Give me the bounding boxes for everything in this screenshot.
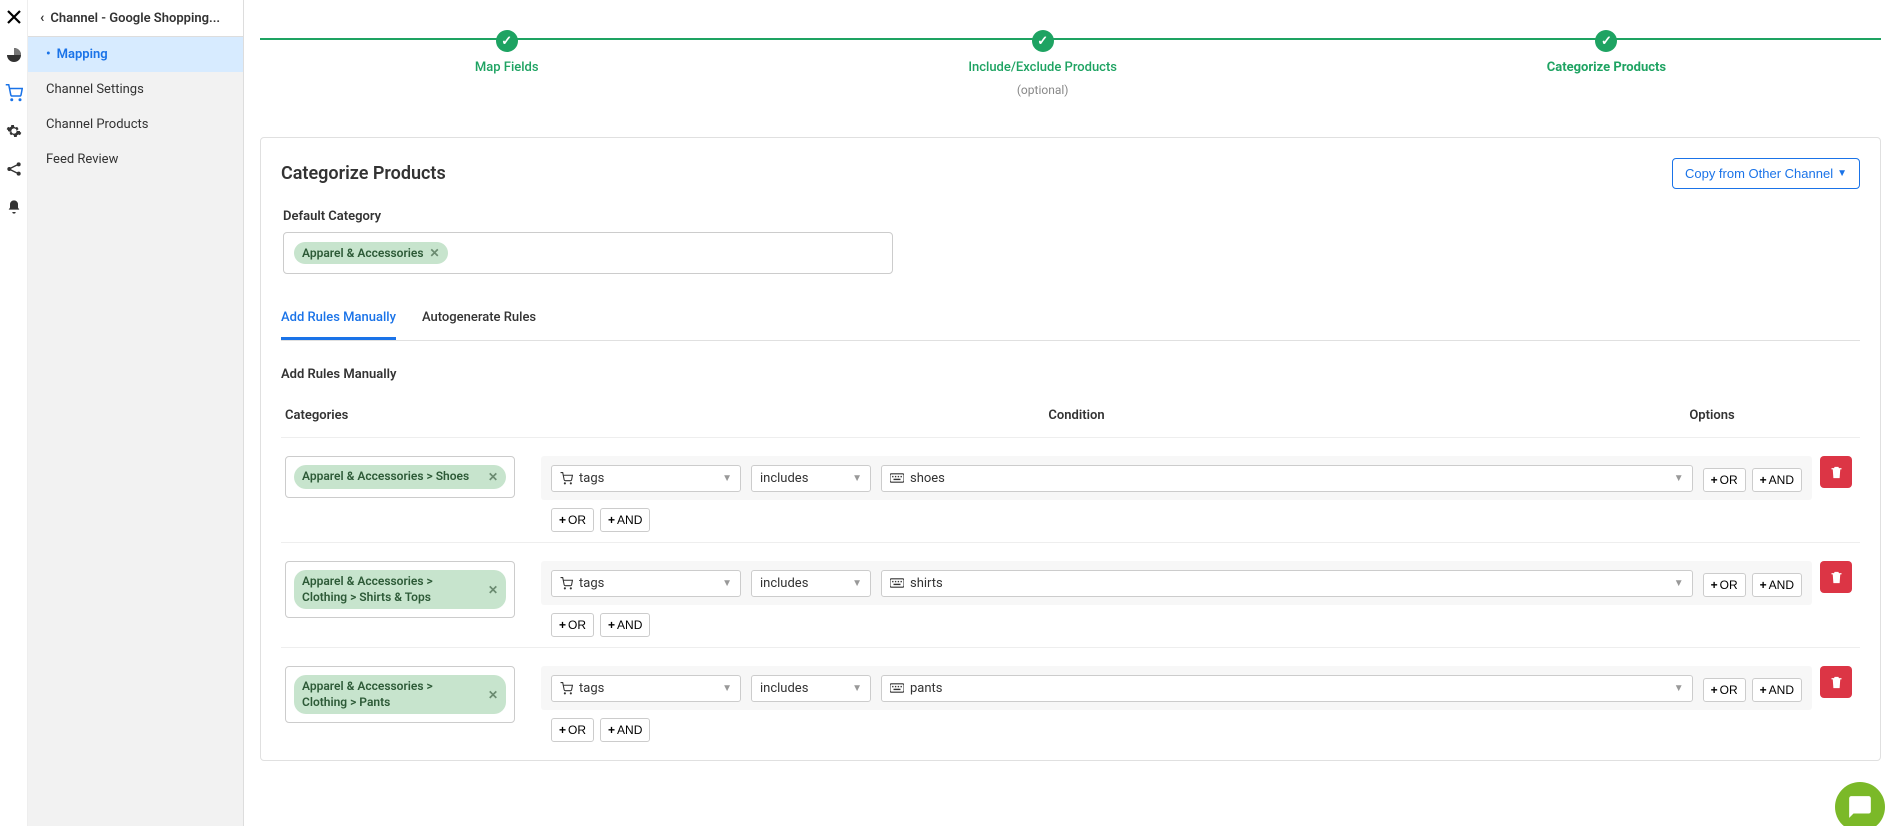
- operator-select[interactable]: includes▼: [751, 570, 871, 597]
- add-and-button[interactable]: + AND: [600, 508, 650, 532]
- sidebar: ‹ Channel - Google Shopping... Mapping C…: [28, 0, 244, 826]
- cart-icon[interactable]: [5, 84, 23, 102]
- add-and-button[interactable]: + AND: [600, 718, 650, 742]
- sidebar-item-channel-settings[interactable]: Channel Settings: [28, 72, 243, 107]
- keyboard-icon: [890, 473, 904, 483]
- add-and-button[interactable]: + AND: [1752, 573, 1802, 597]
- delete-rule-button[interactable]: [1820, 561, 1852, 593]
- chevron-left-icon[interactable]: ‹: [40, 10, 44, 26]
- rule-category-input[interactable]: Apparel & Accessories > Clothing > Pants…: [285, 666, 515, 723]
- remove-pill-icon[interactable]: ✕: [488, 583, 498, 597]
- chevron-down-icon: ▼: [1674, 578, 1684, 589]
- check-icon: ✓: [1032, 30, 1054, 52]
- category-pill: Apparel & Accessories > Clothing > Pants…: [294, 675, 506, 714]
- condition-row: tags▼ includes▼ shoes▼ + OR + AND: [541, 456, 1812, 500]
- copy-from-channel-button[interactable]: Copy from Other Channel ▼: [1672, 158, 1860, 189]
- step-categorize[interactable]: ✓ Categorize Products: [1547, 30, 1666, 97]
- field-select[interactable]: tags▼: [551, 570, 741, 597]
- add-and-button[interactable]: + AND: [1752, 468, 1802, 492]
- rule-row: Apparel & Accessories > Clothing > Shirt…: [281, 543, 1860, 648]
- value-select[interactable]: pants▼: [881, 675, 1693, 702]
- chevron-down-icon: ▼: [722, 683, 732, 694]
- check-icon: ✓: [1595, 30, 1617, 52]
- step-include-exclude[interactable]: ✓ Include/Exclude Products (optional): [968, 30, 1117, 97]
- field-select[interactable]: tags▼: [551, 465, 741, 492]
- delete-rule-button[interactable]: [1820, 666, 1852, 698]
- value-select[interactable]: shirts▼: [881, 570, 1693, 597]
- rule-category-input[interactable]: Apparel & Accessories > Shoes ✕: [285, 456, 515, 498]
- add-or-button[interactable]: + OR: [1703, 468, 1746, 492]
- cart-icon: [560, 577, 573, 590]
- icon-rail: [0, 0, 28, 826]
- help-fab[interactable]: [1835, 782, 1885, 826]
- rules-table: Categories Condition Options Apparel & A…: [281, 400, 1860, 752]
- value-select[interactable]: shoes▼: [881, 465, 1693, 492]
- pie-chart-icon[interactable]: [5, 46, 23, 64]
- rules-tabs: Add Rules Manually Autogenerate Rules: [281, 302, 1860, 341]
- remove-pill-icon[interactable]: ✕: [488, 688, 498, 702]
- gear-icon[interactable]: [5, 122, 23, 140]
- chevron-down-icon: ▼: [852, 473, 862, 484]
- chevron-down-icon: ▼: [722, 578, 732, 589]
- chevron-down-icon: ▼: [1837, 168, 1847, 179]
- operator-select[interactable]: includes▼: [751, 675, 871, 702]
- add-or-button[interactable]: + OR: [1703, 678, 1746, 702]
- add-and-button[interactable]: + AND: [1752, 678, 1802, 702]
- sidebar-header[interactable]: ‹ Channel - Google Shopping...: [28, 0, 243, 37]
- tab-add-rules-manually[interactable]: Add Rules Manually: [281, 302, 396, 340]
- default-category-input[interactable]: Apparel & Accessories ✕: [283, 232, 893, 274]
- sidebar-title: Channel - Google Shopping...: [50, 11, 220, 26]
- close-icon[interactable]: [5, 8, 23, 26]
- delete-rule-button[interactable]: [1820, 456, 1852, 488]
- condition-row: tags▼ includes▼ shirts▼ + OR + AND: [541, 561, 1812, 605]
- stepper: ✓ Map Fields ✓ Include/Exclude Products …: [260, 0, 1881, 107]
- bell-icon[interactable]: [5, 198, 23, 216]
- remove-pill-icon[interactable]: ✕: [430, 246, 440, 260]
- add-or-button[interactable]: + OR: [1703, 573, 1746, 597]
- condition-row: tags▼ includes▼ pants▼ + OR + AND: [541, 666, 1812, 710]
- sidebar-item-channel-products[interactable]: Channel Products: [28, 107, 243, 142]
- add-or-button[interactable]: + OR: [551, 508, 594, 532]
- step-map-fields[interactable]: ✓ Map Fields: [475, 30, 539, 97]
- chevron-down-icon: ▼: [1674, 473, 1684, 484]
- rule-category-input[interactable]: Apparel & Accessories > Clothing > Shirt…: [285, 561, 515, 618]
- chevron-down-icon: ▼: [852, 683, 862, 694]
- sidebar-item-feed-review[interactable]: Feed Review: [28, 142, 243, 177]
- sidebar-item-mapping[interactable]: Mapping: [28, 37, 243, 72]
- rules-heading: Add Rules Manually: [281, 367, 1860, 382]
- chevron-down-icon: ▼: [852, 578, 862, 589]
- add-or-button[interactable]: + OR: [551, 718, 594, 742]
- rules-table-head: Categories Condition Options: [281, 400, 1860, 438]
- chevron-down-icon: ▼: [1674, 683, 1684, 694]
- add-and-button[interactable]: + AND: [600, 613, 650, 637]
- main-content: ✓ Map Fields ✓ Include/Exclude Products …: [244, 0, 1897, 826]
- category-pill: Apparel & Accessories > Clothing > Shirt…: [294, 570, 506, 609]
- panel-title: Categorize Products: [281, 163, 446, 184]
- rule-row: Apparel & Accessories > Shoes ✕ tags▼ in…: [281, 438, 1860, 543]
- default-category-label: Default Category: [283, 209, 1860, 224]
- keyboard-icon: [890, 578, 904, 588]
- category-pill: Apparel & Accessories ✕: [294, 242, 448, 264]
- add-or-button[interactable]: + OR: [551, 613, 594, 637]
- chevron-down-icon: ▼: [722, 473, 732, 484]
- category-pill: Apparel & Accessories > Shoes ✕: [294, 465, 506, 489]
- rule-row: Apparel & Accessories > Clothing > Pants…: [281, 648, 1860, 752]
- cart-icon: [560, 472, 573, 485]
- cart-icon: [560, 682, 573, 695]
- operator-select[interactable]: includes▼: [751, 465, 871, 492]
- field-select[interactable]: tags▼: [551, 675, 741, 702]
- remove-pill-icon[interactable]: ✕: [488, 470, 498, 484]
- categorize-panel: Categorize Products Copy from Other Chan…: [260, 137, 1881, 761]
- check-icon: ✓: [496, 30, 518, 52]
- tab-autogenerate-rules[interactable]: Autogenerate Rules: [422, 302, 536, 340]
- keyboard-icon: [890, 683, 904, 693]
- share-icon[interactable]: [5, 160, 23, 178]
